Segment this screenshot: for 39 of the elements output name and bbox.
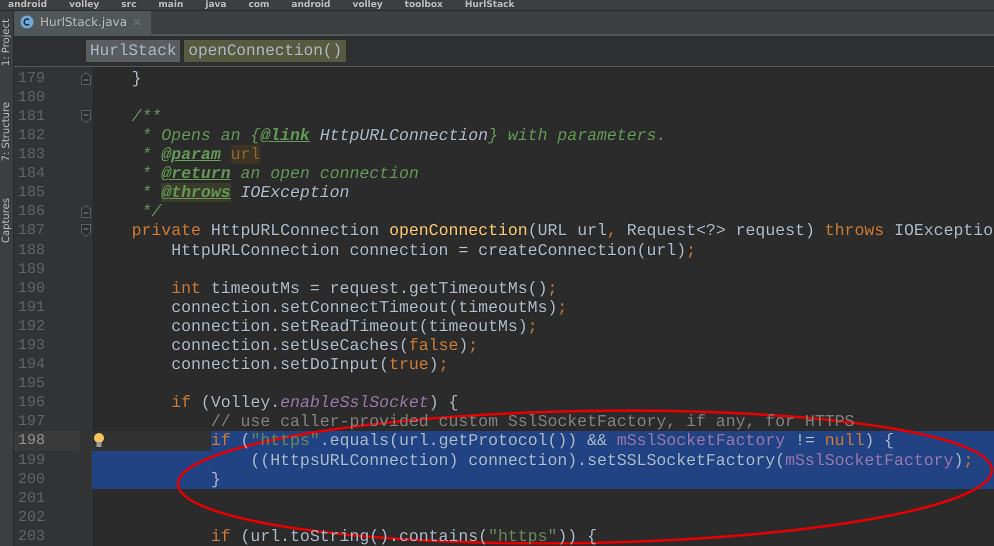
- breadcrumb-item[interactable]: toolbox: [404, 0, 443, 10]
- breadcrumb-item[interactable]: HurlStack: [464, 0, 514, 10]
- breadcrumb-item[interactable]: main: [158, 0, 184, 10]
- fold-icon[interactable]: [81, 205, 91, 218]
- breadcrumb-item[interactable]: java: [205, 0, 226, 10]
- breadcrumb-item[interactable]: android: [291, 0, 330, 10]
- code-line: */: [140, 202, 163, 222]
- file-tab[interactable]: HurlStack.java: [14, 11, 152, 34]
- code-line: if (Volley.enableSslSocket) {: [170, 393, 460, 412]
- fold-icon[interactable]: [81, 110, 91, 123]
- code-line: connection.setDoInput(true);: [170, 355, 450, 374]
- code-line: HttpURLConnection connection = createConnection(url);: [170, 240, 698, 260]
- fold-icon[interactable]: [81, 224, 91, 238]
- code-line: connection.setConnectTimeout(timeoutMs);: [170, 298, 568, 317]
- class-icon: [20, 15, 34, 30]
- code-line: * @return an open connection: [140, 164, 420, 184]
- breadcrumb-item[interactable]: volley: [69, 0, 100, 10]
- code-line: }: [130, 68, 143, 88]
- code-line: connection.setReadTimeout(timeoutMs);: [170, 316, 539, 336]
- line-number: 198: [14, 431, 80, 451]
- code-line: * Opens an {@link HttpURLConnection} with parameters.: [140, 126, 668, 146]
- tool-window-button[interactable]: Captures: [0, 198, 12, 243]
- breadcrumb-item[interactable]: volley: [352, 0, 383, 10]
- tool-window-button[interactable]: 1: Project: [0, 19, 12, 66]
- breadcrumb-item[interactable]: android: [8, 0, 48, 10]
- breadcrumb-item[interactable]: com: [248, 0, 270, 10]
- tool-window-button[interactable]: 7: Structure: [0, 102, 12, 162]
- code-line: * @param url: [140, 145, 262, 164]
- fold-icon[interactable]: [81, 72, 91, 85]
- breadcrumb-item[interactable]: src: [121, 0, 136, 10]
- lightbulb-icon[interactable]: [93, 432, 105, 448]
- code-line: private HttpURLConnection openConnection(URL url, Request<?> request) throws IOExceptio: [130, 221, 994, 240]
- tab-label: HurlStack.java: [40, 15, 128, 30]
- code-line: /**: [130, 106, 162, 126]
- code-line: * @throws IOException: [140, 183, 350, 202]
- structure-breadcrumb[interactable]: openConnection(): [184, 40, 346, 62]
- structure-breadcrumb[interactable]: HurlStack: [86, 40, 180, 62]
- code-line: connection.setUseCaches(false);: [170, 336, 480, 356]
- code-line: int timeoutMs = request.getTimeoutMs();: [170, 278, 558, 298]
